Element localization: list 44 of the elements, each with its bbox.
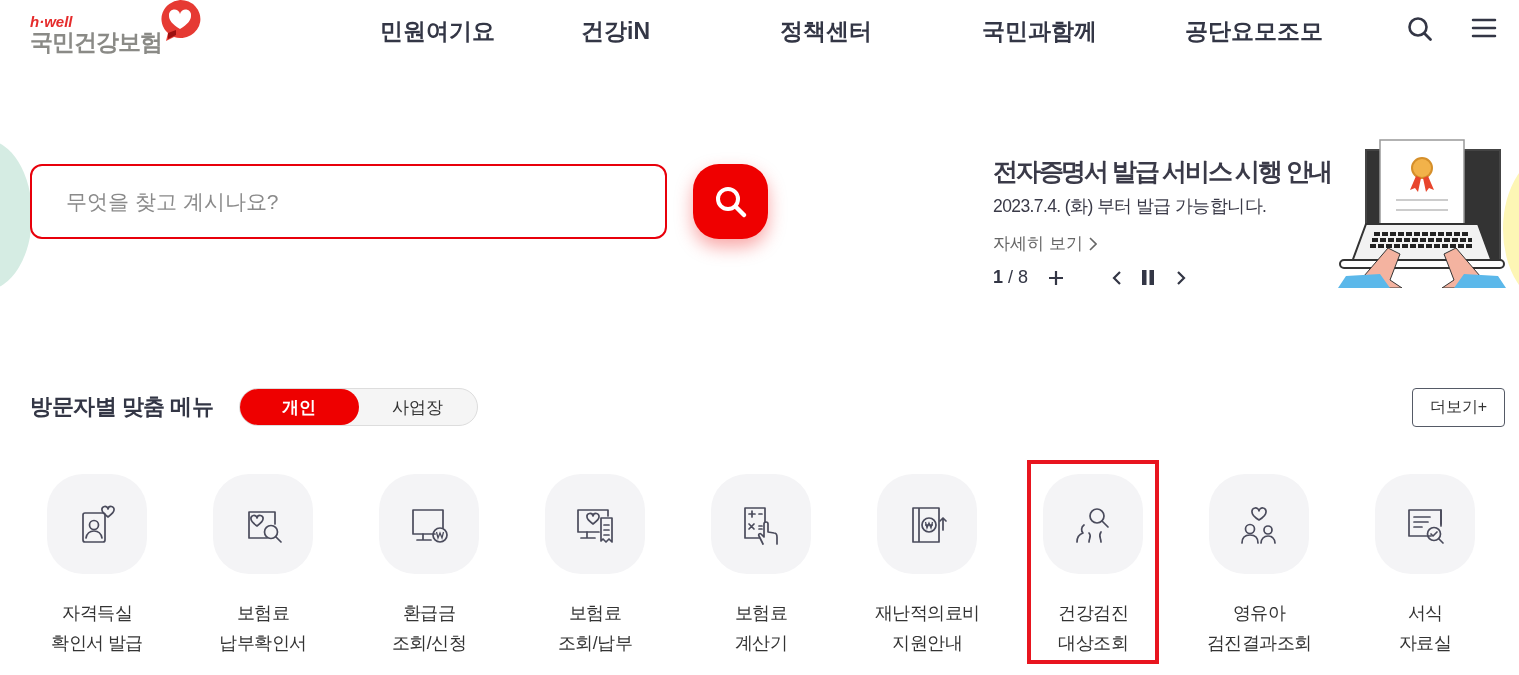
menu-item-label[interactable]: 보험료 납부확인서 <box>219 598 307 658</box>
menu-item-label[interactable]: 건강검진 대상조회 <box>1058 598 1128 658</box>
menu-item-label[interactable]: 보험료 조회/납부 <box>557 598 633 658</box>
nav-link[interactable]: 국민과함께 <box>982 16 1097 47</box>
menu-item-label[interactable]: 재난적의료비 지원안내 <box>874 598 980 658</box>
menu-item-label[interactable]: 영유아 검진결과조회 <box>1206 598 1312 658</box>
menu-item-label[interactable]: 자격득실 확인서 발급 <box>51 598 143 658</box>
nav-link[interactable]: 건강iN <box>581 16 650 47</box>
menu-item-label[interactable]: 환급금 조회/신청 <box>391 598 467 658</box>
section-title: 방문자별 맞춤 메뉴 <box>30 393 214 421</box>
menu-tile-button[interactable] <box>47 474 147 574</box>
nav-link[interactable]: 민원여기요 <box>380 16 495 47</box>
heart-bubble-icon <box>158 0 202 42</box>
menu-tile-button[interactable] <box>213 474 313 574</box>
visitor-tab[interactable]: 사업장 <box>358 389 478 425</box>
logo-wordmark: 국민건강보험 <box>30 29 162 55</box>
search-field[interactable]: 무엇을 찾고 계시나요? <box>30 164 667 239</box>
menu-tile-button[interactable] <box>1209 474 1309 574</box>
nav-link[interactable]: 정책센터 <box>780 16 872 47</box>
details-link[interactable]: 자세히 보기 <box>993 232 1097 255</box>
menu-item-label[interactable]: 서식 자료실 <box>1398 598 1452 658</box>
menu-tile-button[interactable] <box>545 474 645 574</box>
menu-tile-button[interactable] <box>711 474 811 574</box>
banner-subtitle: 2023.7.4. (화) 부터 발급 가능합니다. <box>993 195 1267 218</box>
pause-icon[interactable] <box>1142 270 1155 285</box>
chevron-right-icon <box>1088 236 1097 251</box>
slide-counter: 1 / 8 <box>993 267 1029 288</box>
nav-link[interactable]: 공단요모조모 <box>1185 16 1323 47</box>
menu-icon[interactable] <box>1471 16 1497 40</box>
chevron-right-icon[interactable] <box>1176 269 1187 286</box>
menu-item-label[interactable]: 보험료 계산기 <box>734 598 788 658</box>
search-button[interactable] <box>693 164 768 239</box>
search-icon[interactable] <box>1407 16 1433 42</box>
menu-tile-button[interactable] <box>877 474 977 574</box>
chevron-left-icon[interactable] <box>1112 269 1123 286</box>
more-button[interactable]: 더보기+ <box>1412 387 1505 427</box>
search-icon <box>713 184 748 219</box>
menu-tile-button[interactable] <box>1043 474 1143 574</box>
visitor-tab[interactable]: 개인 <box>240 389 359 425</box>
menu-tile-button[interactable] <box>1375 474 1475 574</box>
banner-title: 전자증명서 발급 서비스 시행 안내 <box>993 156 1332 187</box>
logo-tagline: h·well <box>30 14 74 29</box>
plus-icon[interactable] <box>1048 269 1065 286</box>
menu-tile-button[interactable] <box>379 474 479 574</box>
